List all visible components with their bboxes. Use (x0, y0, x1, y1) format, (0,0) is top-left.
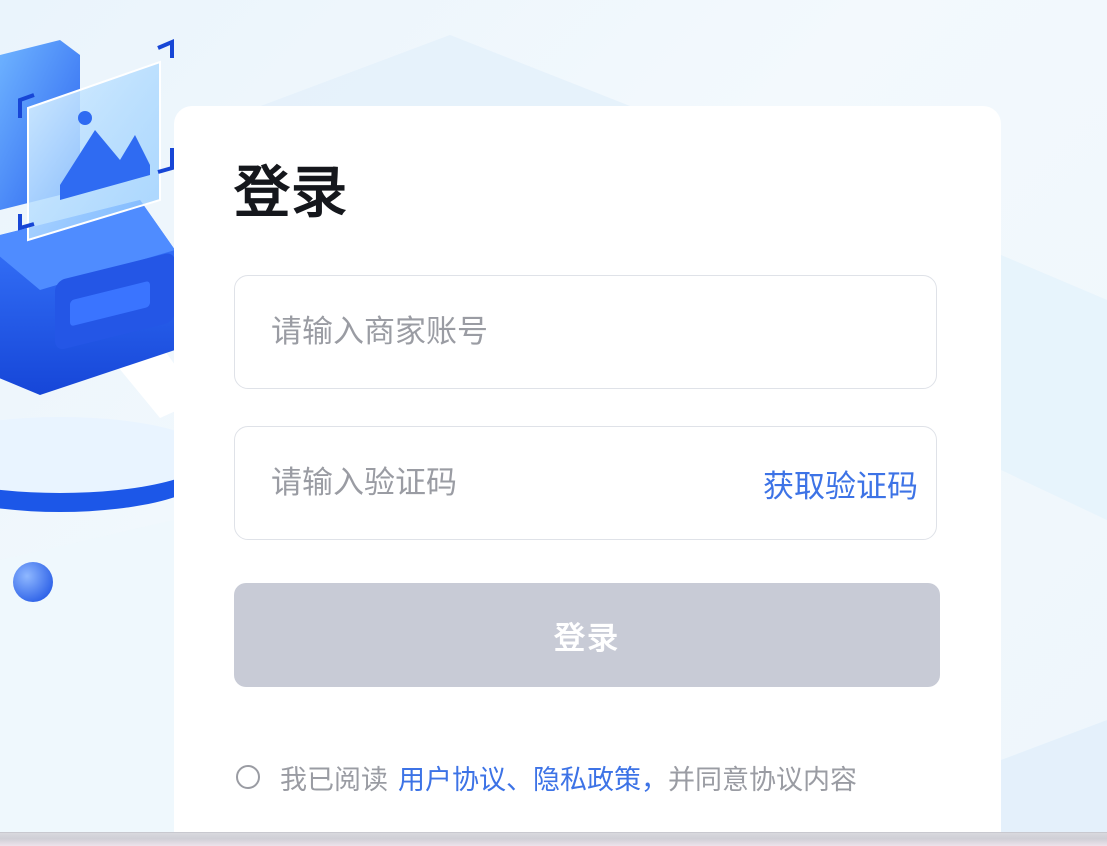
agreement-suffix: 并同意协议内容 (668, 764, 857, 796)
login-button[interactable]: 登录 (234, 583, 940, 687)
user-agreement-link[interactable]: 用户协议 (398, 758, 506, 797)
agreement-comma: ， (641, 764, 668, 796)
window-bottom-edge (0, 832, 1107, 846)
login-page: 登录 获取验证码 登录 我已阅读 用户协议 、 隐私政策 ， 并同意协议内容 (0, 0, 1107, 846)
agreement-prefix: 我已阅读 (280, 764, 388, 796)
get-code-button[interactable]: 获取验证码 (763, 427, 918, 539)
agreement-row: 我已阅读 用户协议 、 隐私政策 ， 并同意协议内容 (236, 757, 857, 797)
agreement-separator: 、 (506, 764, 533, 796)
privacy-policy-link[interactable]: 隐私政策 (533, 758, 641, 797)
printer-illustration (0, 38, 200, 602)
radio-unchecked-icon[interactable] (236, 765, 260, 789)
account-input[interactable] (271, 276, 711, 388)
page-title: 登录 (234, 161, 348, 226)
login-card: 登录 获取验证码 登录 我已阅读 用户协议 、 隐私政策 ， 并同意协议内容 (174, 106, 1001, 832)
verification-code-input[interactable] (271, 427, 711, 539)
verification-code-field[interactable]: 获取验证码 (234, 426, 937, 540)
account-field[interactable] (234, 275, 937, 389)
